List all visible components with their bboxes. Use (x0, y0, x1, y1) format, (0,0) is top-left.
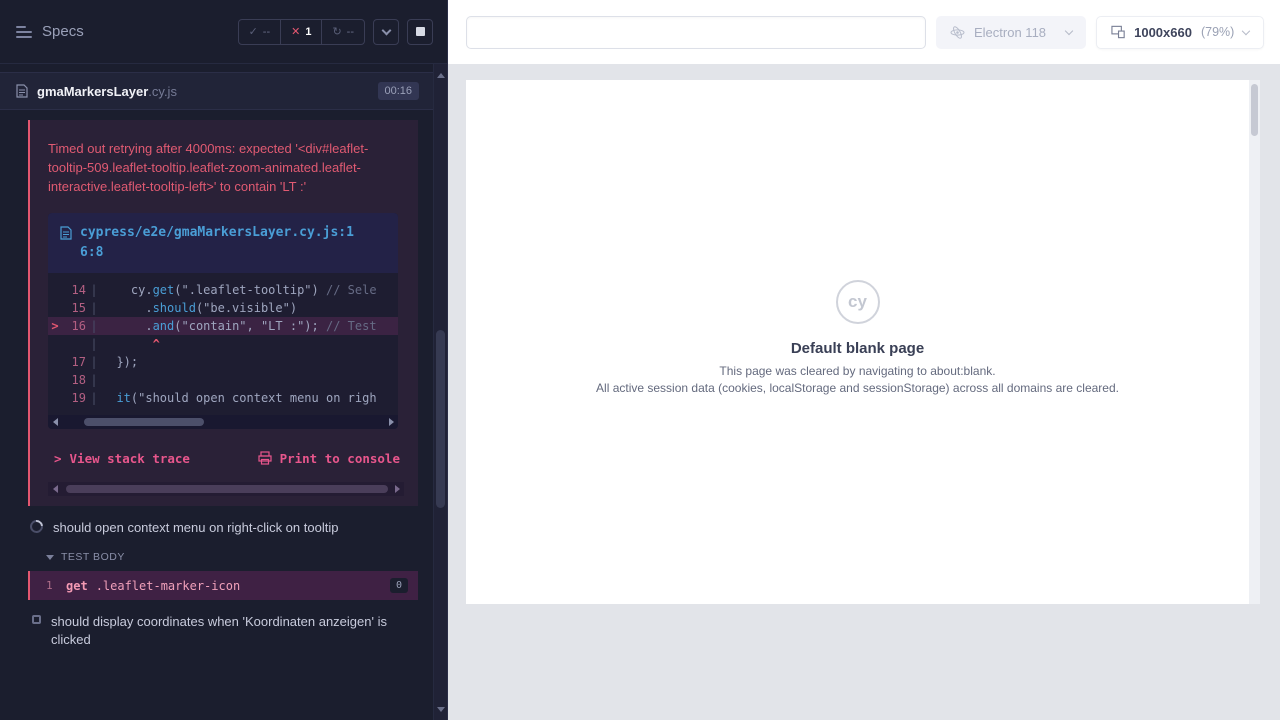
file-icon (16, 84, 28, 98)
scroll-right-arrow[interactable] (384, 415, 398, 429)
stop-run-button[interactable] (407, 19, 433, 45)
spinner-icon (27, 517, 45, 535)
chevron-down-icon (46, 555, 54, 560)
test-stats: ✓ -- ✕ 1 ↻ -- (238, 19, 365, 45)
specs-title: Specs (42, 23, 84, 40)
file-icon (60, 226, 72, 240)
collapse-all-button[interactable] (373, 19, 399, 45)
test-item-running[interactable]: should open context menu on right-click … (0, 506, 433, 546)
spec-header[interactable]: gmaMarkersLayer .cy.js 00:16 (0, 72, 433, 110)
command-method: get (66, 579, 88, 593)
viewport-size: 1000x660 (1134, 25, 1192, 40)
cypress-logo: cy (836, 280, 880, 324)
code-line: >16| .and("contain", "LT :"); // Test (48, 317, 398, 335)
url-input[interactable] (466, 16, 926, 49)
scrollbar-thumb[interactable] (1251, 84, 1258, 136)
viewport-icon (1111, 25, 1125, 39)
aut-stage: cy Default blank page This page was clea… (448, 64, 1280, 720)
browser-label: Electron 118 (974, 25, 1046, 40)
scrollbar-thumb[interactable] (66, 485, 388, 493)
specs-menu-icon[interactable] (16, 26, 32, 38)
code-line: 17| }); (48, 353, 398, 371)
x-icon: ✕ (291, 25, 300, 38)
aut-toolbar: Electron 118 1000x660 (79%) (448, 0, 1280, 64)
reporter-sidebar: Specs ✓ -- ✕ 1 ↻ -- (0, 0, 448, 720)
spec-extension: .cy.js (148, 84, 177, 99)
blank-page-line1: This page was cleared by navigating to a… (719, 364, 995, 378)
command-number: 1 (46, 579, 66, 592)
scroll-left-arrow[interactable] (48, 482, 62, 496)
scrollbar-thumb[interactable] (436, 330, 445, 508)
aut-vertical-scrollbar[interactable] (1249, 80, 1260, 604)
chevron-right-icon: > (54, 451, 62, 466)
code-line: 15| .should("be.visible") (48, 299, 398, 317)
blank-page-line2: All active session data (cookies, localS… (596, 381, 1119, 395)
code-frame-file-link[interactable]: cypress/e2e/gmaMarkersLayer.cy.js:16:8 (48, 213, 398, 273)
viewport-scale: (79%) (1201, 25, 1234, 39)
check-icon: ✓ (249, 25, 258, 38)
reporter-vertical-scrollbar[interactable] (433, 64, 447, 720)
code-lines: 14| cy.get(".leaflet-tooltip") // Sele 1… (48, 273, 398, 409)
printer-icon (258, 451, 272, 465)
view-stack-trace-link[interactable]: > View stack trace (54, 451, 190, 466)
error-message: Timed out retrying after 4000ms: expecte… (48, 140, 384, 197)
attempt-horizontal-scrollbar[interactable] (48, 482, 404, 496)
scrollbar-thumb[interactable] (84, 418, 204, 426)
chevron-down-icon (1065, 26, 1073, 34)
browser-selector[interactable]: Electron 118 (936, 16, 1086, 49)
scroll-left-arrow[interactable] (48, 415, 62, 429)
electron-icon (950, 25, 965, 40)
spec-duration-badge: 00:16 (378, 82, 420, 100)
stat-pending: ↻ -- (321, 20, 364, 44)
reporter-header: Specs ✓ -- ✕ 1 ↻ -- (0, 0, 447, 64)
chevron-down-icon (1242, 26, 1250, 34)
blank-page-title: Default blank page (791, 340, 924, 357)
restart-icon: ↻ (332, 25, 341, 38)
scroll-down-arrow[interactable] (434, 702, 447, 716)
scroll-right-arrow[interactable] (390, 482, 404, 496)
code-line: | ^ (48, 335, 398, 353)
scroll-up-arrow[interactable] (434, 68, 447, 82)
failed-attempt-error: Timed out retrying after 4000ms: expecte… (28, 120, 418, 506)
command-row[interactable]: 1 get .leaflet-marker-icon 0 (28, 571, 418, 600)
reporter-content: gmaMarkersLayer .cy.js 00:16 Timed out r… (0, 64, 433, 720)
command-target: .leaflet-marker-icon (96, 579, 241, 593)
viewport-selector[interactable]: 1000x660 (79%) (1096, 16, 1264, 49)
test-title: should display coordinates when 'Koordin… (51, 613, 391, 648)
command-count-badge: 0 (390, 578, 408, 593)
aut-page: cy Default blank page This page was clea… (466, 80, 1260, 604)
code-line: 19| it("should open context menu on righ (48, 389, 398, 407)
app-root: Specs ✓ -- ✕ 1 ↻ -- (0, 0, 1280, 720)
code-line: 18| (48, 371, 398, 389)
code-horizontal-scrollbar[interactable] (48, 415, 398, 429)
stat-failed: ✕ 1 (280, 20, 321, 44)
code-frame-filename: cypress/e2e/gmaMarkersLayer.cy.js:16:8 (80, 223, 358, 263)
test-body-label: TEST BODY (61, 551, 125, 563)
print-to-console-link[interactable]: Print to console (258, 451, 400, 466)
blank-page-message: cy Default blank page This page was clea… (466, 280, 1249, 395)
test-body-section-toggle[interactable]: TEST BODY (0, 545, 433, 571)
error-code-frame: cypress/e2e/gmaMarkersLayer.cy.js:16:8 1… (48, 213, 398, 429)
spec-name: gmaMarkersLayer (37, 84, 148, 99)
code-line: 14| cy.get(".leaflet-tooltip") // Sele (48, 281, 398, 299)
stop-icon (416, 27, 425, 36)
chevron-down-icon (381, 25, 391, 35)
stat-passed: ✓ -- (239, 20, 281, 44)
aut-panel: Electron 118 1000x660 (79%) cy Default b… (448, 0, 1280, 720)
pending-test-icon (32, 615, 41, 624)
test-title: should open context menu on right-click … (53, 519, 338, 537)
test-item-pending[interactable]: should display coordinates when 'Koordin… (0, 600, 433, 657)
